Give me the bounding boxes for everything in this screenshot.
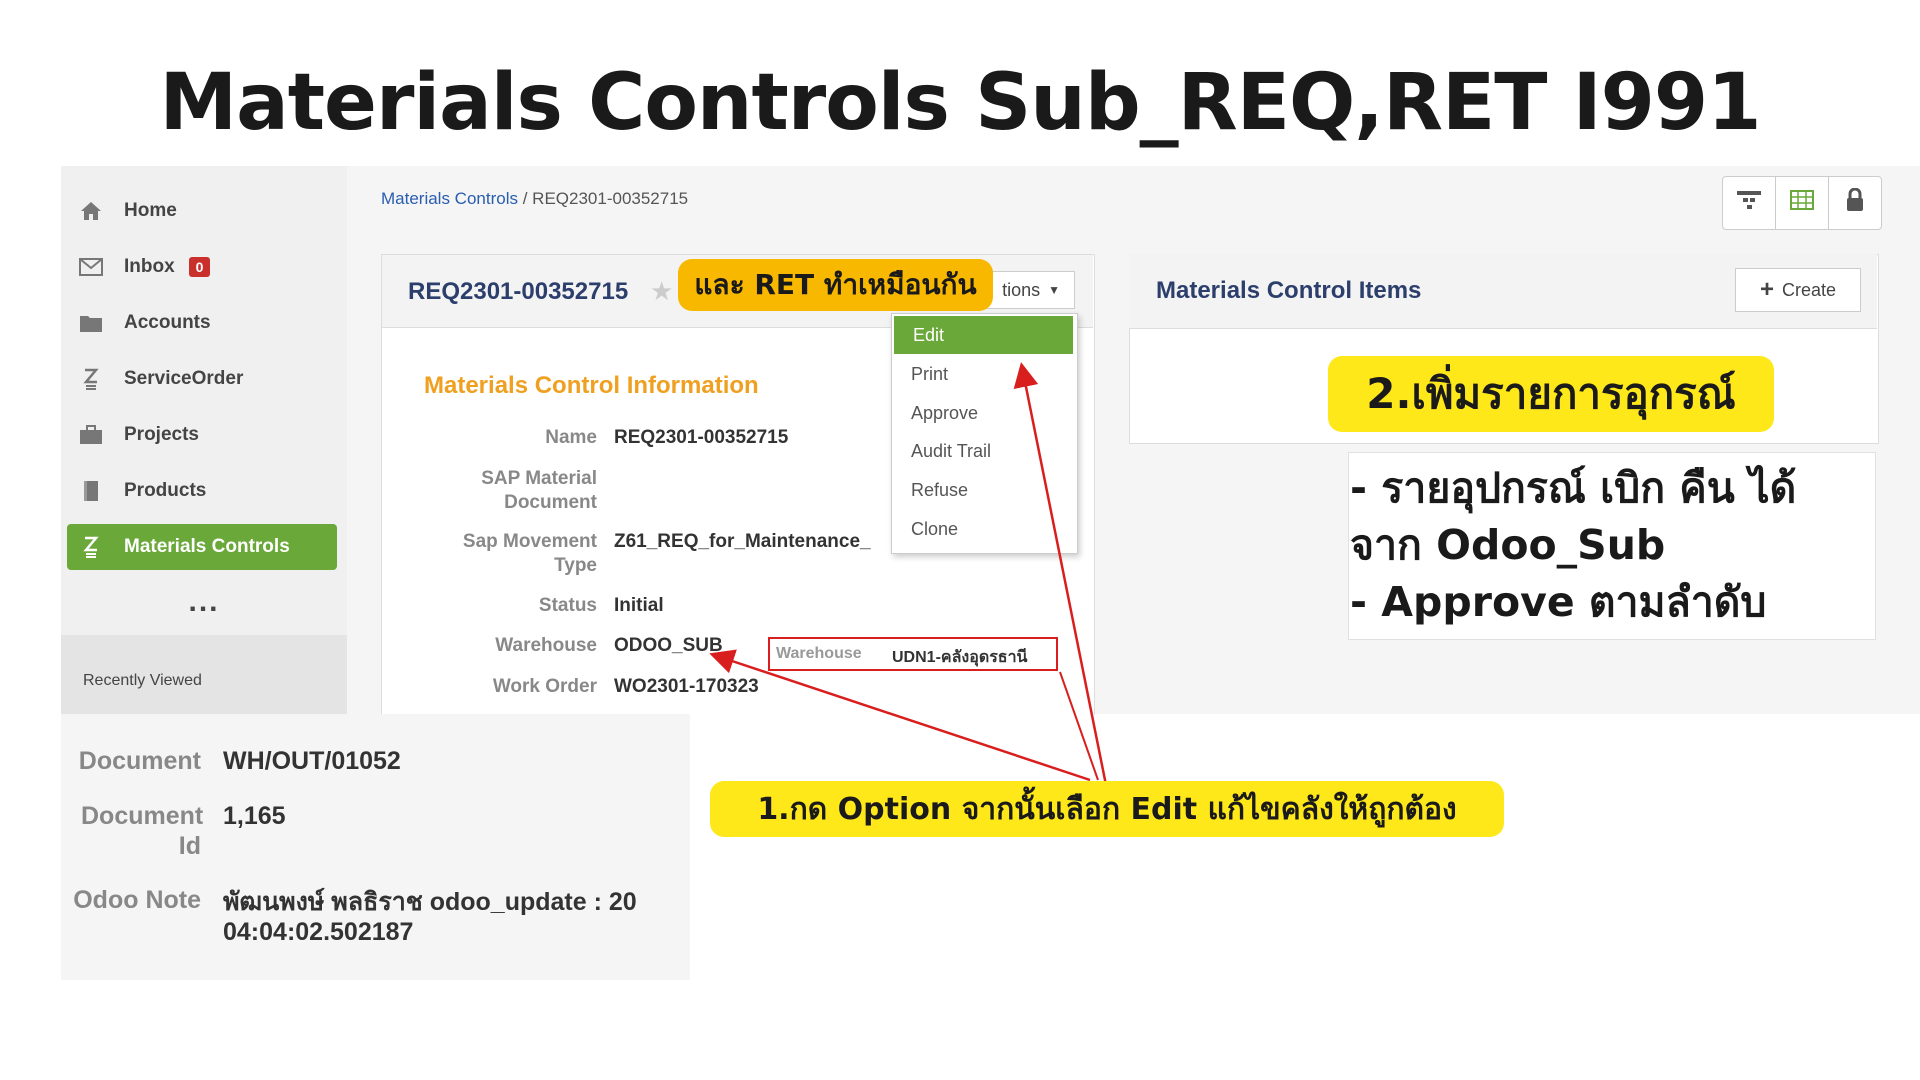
- note-line-2: จาก Odoo_Sub: [1350, 521, 1666, 569]
- note-line-1: - รายอุปกรณ์ เบิก คืน ได้: [1350, 464, 1797, 512]
- note-line-3: - Approve ตามลำดับ: [1350, 578, 1767, 626]
- callout-step1: 1.กด Option จากนั้นเลือก Edit แก้ไขคลังใ…: [710, 781, 1504, 837]
- arrow-to-warehouse: [709, 649, 1091, 782]
- arrow-connector: [1059, 671, 1099, 781]
- arrow-to-edit: [1013, 362, 1109, 791]
- callout-step2: 2.เพิ่มรายการอุกรณ์: [1328, 356, 1774, 432]
- callout-same-for-ret: และ RET ทำเหมือนกัน: [678, 259, 993, 311]
